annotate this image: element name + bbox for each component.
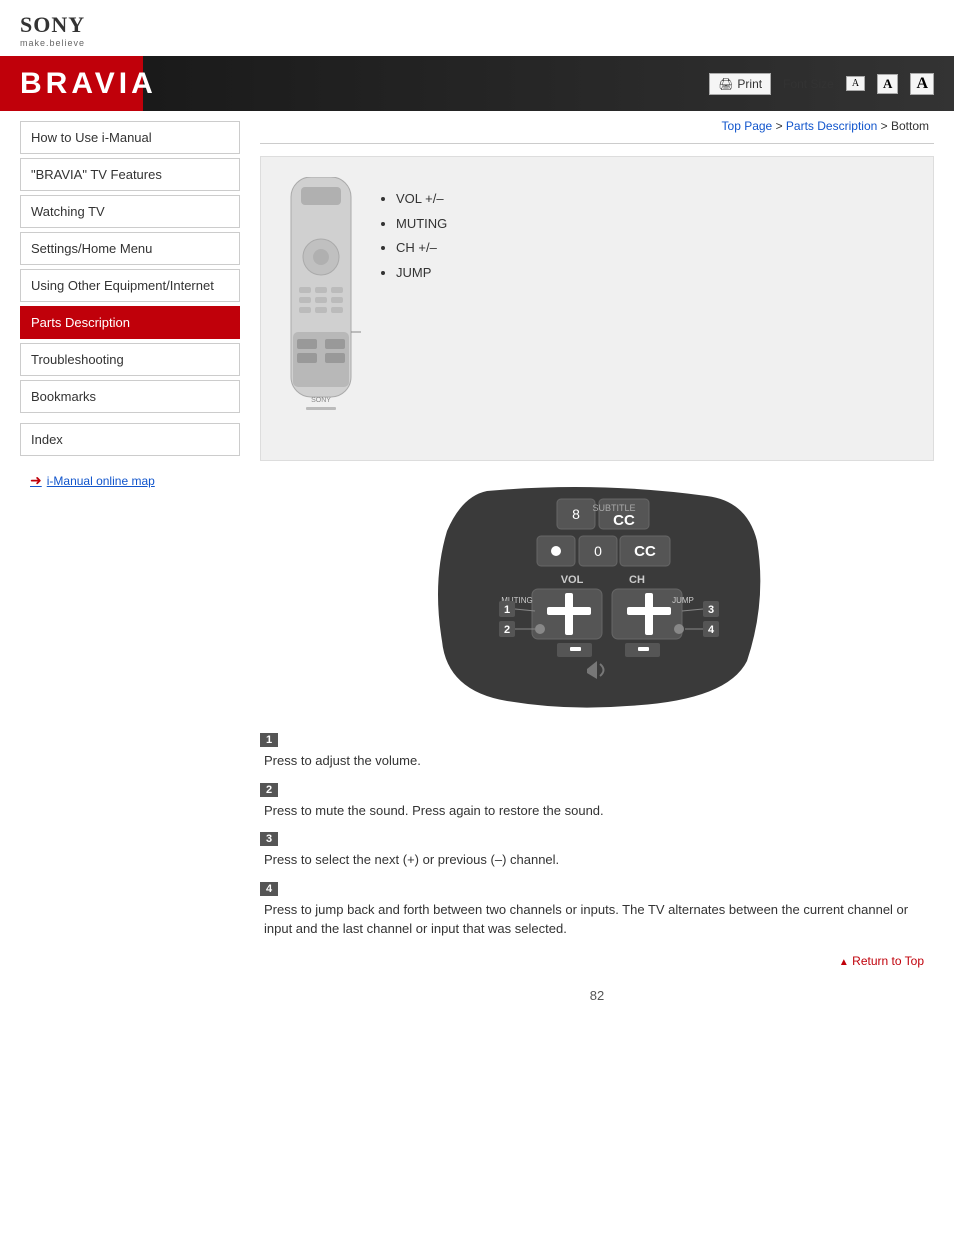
desc-number-3: 3 (260, 832, 278, 846)
sony-tagline: make.believe (20, 38, 934, 48)
sidebar-index[interactable]: Index (20, 423, 240, 456)
sidebar-item-bravia-features[interactable]: "BRAVIA" TV Features (20, 158, 240, 191)
keypad-svg: 8 SUBTITLE CC 0 CC VOL CH (427, 481, 767, 711)
svg-text:2: 2 (504, 624, 510, 636)
print-label: Print (737, 77, 762, 91)
breadcrumb-current: Bottom (891, 119, 929, 133)
svg-text:3: 3 (708, 604, 714, 616)
desc-section-1: 1 Press to adjust the volume. (260, 731, 934, 771)
remote-section: SONY VOL +/– MUTING CH +/– JUMP (260, 156, 934, 461)
font-small-button[interactable]: A (846, 76, 865, 91)
font-size-label: Font Size (783, 77, 834, 91)
return-to-top[interactable]: ▲ Return to Top (260, 954, 934, 968)
breadcrumb-parts-description[interactable]: Parts Description (786, 119, 877, 133)
remote-label-jump: JUMP (396, 261, 447, 286)
desc-number-1: 1 (260, 733, 278, 747)
desc-text-4: Press to jump back and forth between two… (260, 900, 934, 939)
desc-number-4: 4 (260, 882, 278, 896)
sidebar-item-watching-tv[interactable]: Watching TV (20, 195, 240, 228)
breadcrumb-top-page[interactable]: Top Page (722, 119, 773, 133)
breadcrumb-sep1: > (776, 119, 786, 133)
print-icon: 🖨 (718, 77, 733, 91)
sidebar-item-bookmarks[interactable]: Bookmarks (20, 380, 240, 413)
svg-text:CC: CC (634, 543, 656, 560)
svg-text:JUMP: JUMP (672, 596, 694, 605)
sidebar-item-troubleshooting[interactable]: Troubleshooting (20, 343, 240, 376)
font-large-button[interactable]: A (910, 73, 934, 95)
return-top-label: Return to Top (852, 954, 924, 968)
desc-section-2: 2 Press to mute the sound. Press again t… (260, 781, 934, 821)
font-medium-button[interactable]: A (877, 74, 898, 94)
sidebar: How to Use i-Manual "BRAVIA" TV Features… (0, 111, 240, 495)
divider (260, 143, 934, 144)
desc-section-4: 4 Press to jump back and forth between t… (260, 880, 934, 939)
breadcrumb-sep2: > (881, 119, 891, 133)
return-top-link[interactable]: ▲ Return to Top (839, 954, 924, 968)
svg-text:0: 0 (594, 543, 602, 559)
banner-right: 🖨 Print Font Size A A A (709, 73, 934, 95)
remote-labels: VOL +/– MUTING CH +/– JUMP (381, 177, 447, 286)
page-footer: 82 (260, 988, 934, 1003)
remote-label-vol: VOL +/– (396, 187, 447, 212)
desc-number-2: 2 (260, 783, 278, 797)
sidebar-item-using-other[interactable]: Using Other Equipment/Internet (20, 269, 240, 302)
svg-text:CC: CC (613, 512, 635, 529)
keypad-section: 8 SUBTITLE CC 0 CC VOL CH (260, 481, 934, 711)
online-map-label: i-Manual online map (47, 474, 155, 488)
sidebar-item-how-to-use[interactable]: How to Use i-Manual (20, 121, 240, 154)
desc-text-2: Press to mute the sound. Press again to … (260, 801, 934, 821)
svg-text:8: 8 (572, 506, 580, 522)
remote-label-muting: MUTING (396, 212, 447, 237)
main-layout: How to Use i-Manual "BRAVIA" TV Features… (0, 111, 954, 1023)
desc-text-1: Press to adjust the volume. (260, 751, 934, 771)
svg-text:1: 1 (504, 604, 510, 616)
sony-logo: SONY (20, 12, 934, 38)
desc-text-3: Press to select the next (+) or previous… (260, 850, 934, 870)
page-number: 82 (590, 988, 604, 1003)
sidebar-online-map-link[interactable]: ➜ i-Manual online map (20, 466, 240, 495)
sidebar-item-settings[interactable]: Settings/Home Menu (20, 232, 240, 265)
banner: BRAVIA 🖨 Print Font Size A A A (0, 56, 954, 111)
content: Top Page > Parts Description > Bottom (240, 111, 954, 1023)
sidebar-item-parts-description[interactable]: Parts Description (20, 306, 240, 339)
header: SONY make.believe (0, 0, 954, 56)
remote-svg: SONY (281, 177, 361, 437)
breadcrumb: Top Page > Parts Description > Bottom (260, 119, 934, 133)
svg-text:CH: CH (629, 574, 645, 586)
desc-section-3: 3 Press to select the next (+) or previo… (260, 830, 934, 870)
remote-label-ch: CH +/– (396, 236, 447, 261)
remote-image-wrapper: SONY (281, 177, 361, 440)
bravia-logo: BRAVIA (20, 67, 157, 101)
arrow-right-icon: ➜ (30, 472, 42, 489)
svg-text:SONY: SONY (311, 397, 331, 404)
triangle-up-icon: ▲ (839, 957, 849, 968)
svg-text:VOL: VOL (561, 574, 584, 586)
print-button[interactable]: 🖨 Print (709, 73, 771, 95)
svg-text:4: 4 (708, 624, 715, 636)
